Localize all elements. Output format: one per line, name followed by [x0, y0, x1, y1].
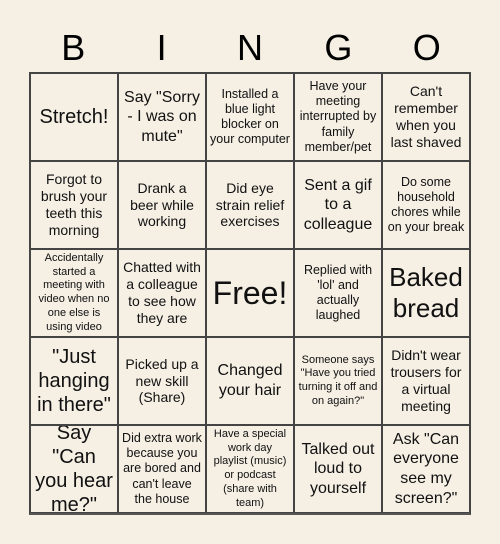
bingo-cell[interactable]: Someone says "Have you tried turning it … [294, 337, 382, 425]
bingo-cell[interactable]: Do some household chores while on your b… [382, 161, 470, 249]
free-space-cell[interactable]: Free! [206, 249, 294, 337]
bingo-cell[interactable]: Talked out loud to yourself [294, 425, 382, 513]
bingo-cell[interactable]: Picked up a new skill (Share) [118, 337, 206, 425]
bingo-cell[interactable]: Didn't wear trousers for a virtual meeti… [382, 337, 470, 425]
bingo-cell[interactable]: Accidentally started a meeting with vide… [30, 249, 118, 337]
bingo-cell[interactable]: Changed your hair [206, 337, 294, 425]
header-letter-o: O [412, 27, 441, 68]
bingo-card: Stretch! Say "Sorry - I was on mute" Ins… [29, 72, 471, 515]
bingo-cell[interactable]: Replied with 'lol' and actually laughed [294, 249, 382, 337]
bingo-cell[interactable]: "Just hanging in there" [30, 337, 118, 425]
header-letter-b: B [61, 27, 86, 68]
header-letter-i: I [156, 27, 167, 68]
bingo-cell[interactable]: Chatted with a colleague to see how they… [118, 249, 206, 337]
bingo-cell[interactable]: Sent a gif to a colleague [294, 161, 382, 249]
bingo-cell[interactable]: Can't remember when you last shaved [382, 73, 470, 161]
bingo-cell[interactable]: Drank a beer while working [118, 161, 206, 249]
bingo-cell[interactable]: Have a special work day playlist (music)… [206, 425, 294, 513]
bingo-cell[interactable]: Installed a blue light blocker on your c… [206, 73, 294, 161]
bingo-cell[interactable]: Baked bread [382, 249, 470, 337]
bingo-cell[interactable]: Say "Sorry - I was on mute" [118, 73, 206, 161]
bingo-cell[interactable]: Stretch! [30, 73, 118, 161]
header-letter-g: G [324, 27, 353, 68]
bingo-header: B I N G O [29, 28, 471, 68]
bingo-cell[interactable]: Did eye strain relief exercises [206, 161, 294, 249]
bingo-cell[interactable]: Forgot to brush your teeth this morning [30, 161, 118, 249]
bingo-cell[interactable]: Did extra work because you are bored and… [118, 425, 206, 513]
bingo-cell[interactable]: Ask "Can everyone see my screen?" [382, 425, 470, 513]
header-letter-n: N [236, 27, 263, 68]
bingo-cell[interactable]: Say "Can you hear me?" [30, 425, 118, 513]
bingo-cell[interactable]: Have your meeting interrupted by family … [294, 73, 382, 161]
